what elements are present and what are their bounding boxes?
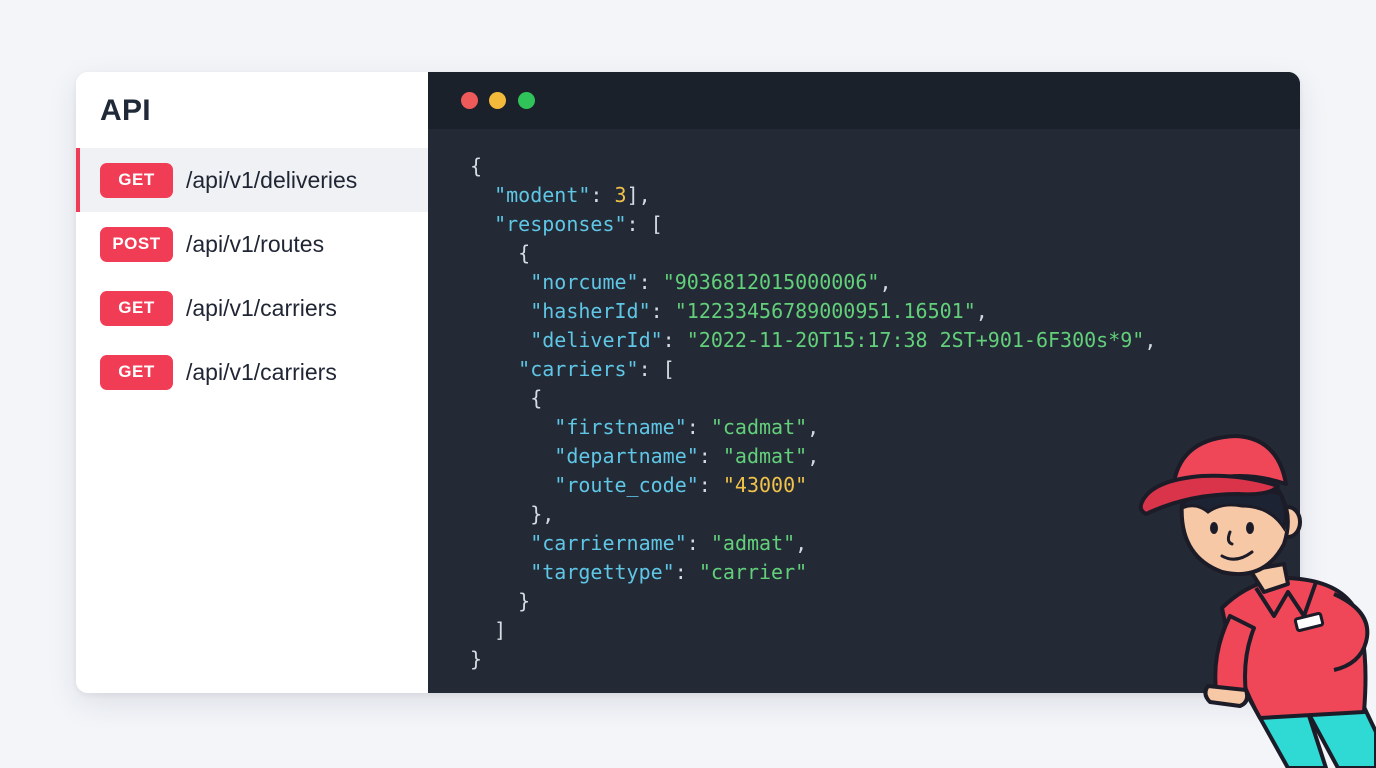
json-string: "admat" (722, 444, 808, 468)
json-response-code: { "modent": 3], "responses": [ { "norcum… (470, 152, 1156, 674)
json-punctuation: : [ (626, 212, 663, 236)
code-line: { (470, 152, 1156, 181)
code-line: ] (470, 616, 1156, 645)
json-punctuation (470, 560, 530, 584)
window-titlebar (428, 72, 1300, 129)
close-window-icon[interactable] (461, 92, 478, 109)
sidebar-title: API (100, 94, 151, 127)
json-punctuation: }, (470, 502, 555, 526)
json-punctuation: : (650, 299, 675, 323)
json-string: "12233456789000951.16501" (674, 299, 976, 323)
json-punctuation: , (795, 531, 808, 555)
minimize-window-icon[interactable] (489, 92, 506, 109)
json-punctuation (470, 415, 554, 439)
json-punctuation: , (1144, 328, 1157, 352)
maximize-window-icon[interactable] (518, 92, 535, 109)
json-punctuation: : (698, 473, 723, 497)
code-line: "targettype": "carrier" (470, 558, 1156, 587)
endpoint-path: /api/v1/deliveries (186, 166, 358, 193)
method-badge: POST (100, 226, 173, 262)
json-string: "cadmat" (710, 415, 808, 439)
json-punctuation (470, 299, 530, 323)
api-explorer-card: API GET /api/v1/deliveries POST /api/v1/… (76, 72, 1300, 693)
json-punctuation: , (807, 415, 820, 439)
json-punctuation: : (686, 415, 711, 439)
code-line: { (470, 239, 1156, 268)
json-punctuation: , (879, 270, 892, 294)
json-punctuation: { (470, 386, 543, 410)
json-punctuation (470, 328, 530, 352)
json-punctuation (470, 183, 494, 207)
endpoint-item-carriers-2[interactable]: GET /api/v1/carriers (76, 340, 428, 404)
json-key: "responses" (494, 212, 627, 236)
json-key: "carriername" (530, 531, 687, 555)
code-line: "route_code": "43000" (470, 471, 1156, 500)
json-punctuation: : (662, 328, 687, 352)
endpoint-path: /api/v1/carriers (186, 294, 337, 321)
endpoint-path: /api/v1/routes (186, 230, 325, 257)
json-punctuation (470, 270, 530, 294)
json-punctuation: } (470, 589, 531, 613)
endpoint-item-routes[interactable]: POST /api/v1/routes (76, 212, 428, 276)
json-string: "2022-11-20T15:17:38 2ST+901-6F300s*9" (686, 328, 1145, 352)
endpoint-item-carriers[interactable]: GET /api/v1/carriers (76, 276, 428, 340)
json-key: "norcume" (530, 270, 639, 294)
json-punctuation: : [ (638, 357, 675, 381)
json-punctuation (470, 473, 554, 497)
json-punctuation: , (807, 444, 820, 468)
json-key: "targettype" (530, 560, 675, 584)
method-badge: GET (100, 354, 173, 390)
json-punctuation: ], (626, 183, 651, 207)
json-string: "9036812015000006" (662, 270, 880, 294)
json-punctuation: ] (470, 618, 507, 642)
code-line: "carriers": [ (470, 355, 1156, 384)
json-punctuation: : (674, 560, 699, 584)
code-line: "norcume": "9036812015000006", (470, 268, 1156, 297)
json-key: "route_code" (554, 473, 699, 497)
code-line: } (470, 587, 1156, 616)
json-punctuation: { (470, 241, 531, 265)
endpoint-list: GET /api/v1/deliveries POST /api/v1/rout… (76, 148, 428, 404)
endpoint-sidebar: API GET /api/v1/deliveries POST /api/v1/… (76, 72, 428, 693)
json-punctuation: : (686, 531, 711, 555)
json-punctuation: , (975, 299, 988, 323)
json-string: "carrier" (698, 560, 808, 584)
json-punctuation: } (470, 647, 483, 671)
code-line: "carriername": "admat", (470, 529, 1156, 558)
method-badge: GET (100, 162, 173, 198)
code-line: "hasherId": "12233456789000951.16501", (470, 297, 1156, 326)
code-line: }, (470, 500, 1156, 529)
json-punctuation (470, 212, 494, 236)
code-line: "firstname": "cadmat", (470, 413, 1156, 442)
code-line: "departname": "admat", (470, 442, 1156, 471)
code-line: { (470, 384, 1156, 413)
json-punctuation (470, 444, 554, 468)
endpoint-item-deliveries[interactable]: GET /api/v1/deliveries (76, 148, 428, 212)
json-key: "departname" (554, 444, 699, 468)
json-punctuation (470, 531, 530, 555)
json-string: "admat" (710, 531, 796, 555)
json-punctuation: : (590, 183, 615, 207)
json-punctuation: : (698, 444, 723, 468)
json-punctuation (470, 357, 518, 381)
method-badge: GET (100, 290, 173, 326)
json-punctuation: { (470, 154, 483, 178)
endpoint-path: /api/v1/carriers (186, 358, 337, 385)
json-punctuation: : (638, 270, 663, 294)
delivery-person-illustration (1138, 434, 1376, 768)
code-line: "deliverId": "2022-11-20T15:17:38 2ST+90… (470, 326, 1156, 355)
json-number: "43000" (722, 473, 808, 497)
json-key: "firstname" (554, 415, 687, 439)
code-line: "responses": [ (470, 210, 1156, 239)
json-key: "hasherId" (530, 299, 651, 323)
json-key: "carriers" (518, 357, 639, 381)
code-line: } (470, 645, 1156, 674)
json-key: "deliverId" (530, 328, 663, 352)
code-line: "modent": 3], (470, 181, 1156, 210)
json-key: "modent" (494, 183, 591, 207)
json-number: 3 (614, 183, 627, 207)
